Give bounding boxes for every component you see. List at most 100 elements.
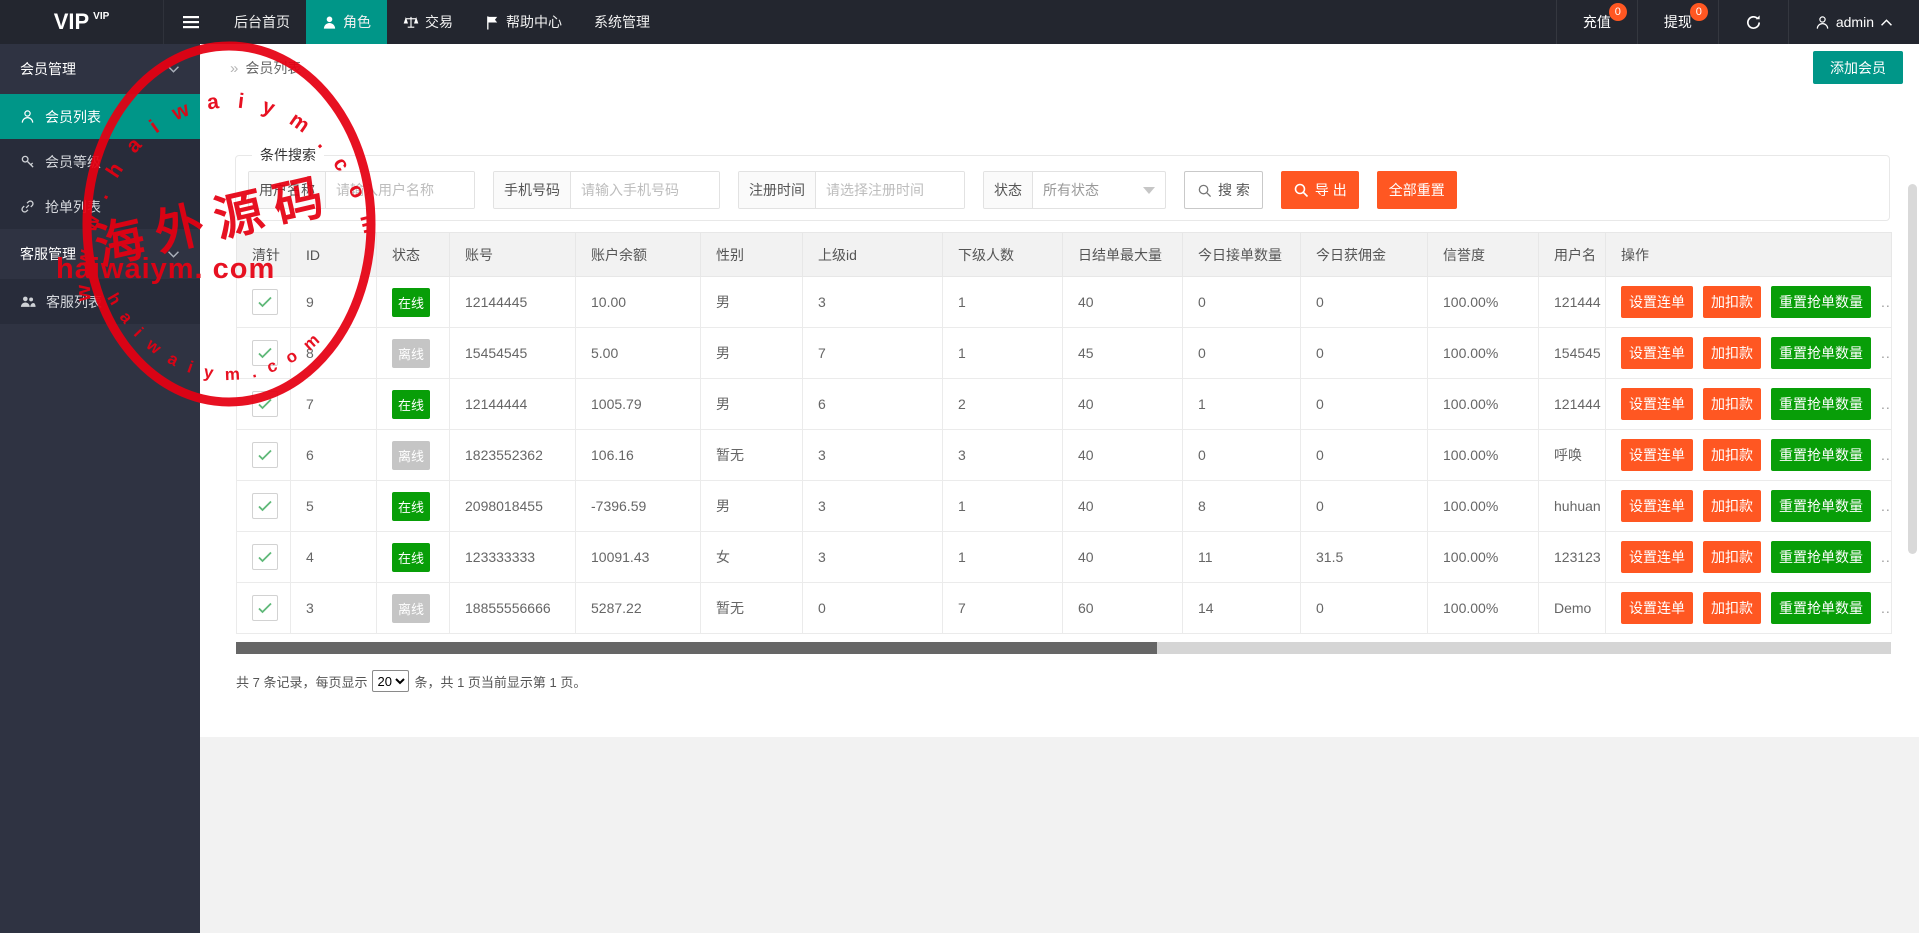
- add-deduct-button[interactable]: 加扣款: [1703, 490, 1761, 522]
- actions-cell: 设置连单加扣款重置抢单数量...: [1606, 379, 1892, 430]
- daily-max-cell: 40: [1063, 532, 1183, 583]
- username-input[interactable]: [326, 172, 474, 208]
- main-area: » 会员列表 添加会员 条件搜索 用户名称 手机号码 注册时间: [200, 44, 1919, 933]
- reset-grab-count-button[interactable]: 重置抢单数量: [1771, 286, 1871, 318]
- sidebar-group-member-management[interactable]: 会员管理: [0, 44, 200, 94]
- add-member-button[interactable]: 添加会员: [1813, 51, 1903, 84]
- reset-grab-count-button[interactable]: 重置抢单数量: [1771, 490, 1871, 522]
- sidebar: 会员管理 会员列表 会员等级 抢单列表 客服管理 客服列表: [0, 44, 200, 933]
- page-size-select[interactable]: 20: [372, 670, 409, 692]
- phone-input[interactable]: [571, 172, 719, 208]
- check-icon: [257, 448, 273, 462]
- search-button[interactable]: 搜 索: [1184, 171, 1263, 209]
- more-actions-button[interactable]: ...: [1881, 600, 1892, 616]
- column-header: 今日获佣金: [1301, 233, 1428, 277]
- actions-cell: 设置连单加扣款重置抢单数量...: [1606, 277, 1892, 328]
- set-series-order-button[interactable]: 设置连单: [1621, 592, 1693, 624]
- add-deduct-button[interactable]: 加扣款: [1703, 337, 1761, 369]
- more-actions-button[interactable]: ...: [1881, 294, 1892, 310]
- set-series-order-button[interactable]: 设置连单: [1621, 490, 1693, 522]
- key-icon: [20, 154, 35, 169]
- row-checkbox[interactable]: [252, 391, 278, 417]
- vertical-scrollbar-thumb[interactable]: [1908, 184, 1917, 554]
- chevron-down-icon: [167, 250, 180, 259]
- status-cell: 在线: [377, 481, 450, 532]
- parent-id-cell: 6: [803, 379, 943, 430]
- column-header: 今日接单数量: [1183, 233, 1301, 277]
- export-button[interactable]: 导 出: [1281, 171, 1359, 209]
- add-deduct-button[interactable]: 加扣款: [1703, 592, 1761, 624]
- refresh-button[interactable]: [1718, 0, 1788, 44]
- row-checkbox[interactable]: [252, 340, 278, 366]
- register-time-input[interactable]: [816, 172, 964, 208]
- set-series-order-button[interactable]: 设置连单: [1621, 439, 1693, 471]
- set-series-order-button[interactable]: 设置连单: [1621, 337, 1693, 369]
- sidebar-group-service-management[interactable]: 客服管理: [0, 229, 200, 279]
- check-icon: [257, 550, 273, 564]
- sidebar-item-member-level[interactable]: 会员等级: [0, 139, 200, 184]
- balance-cell: 10.00: [576, 277, 701, 328]
- nav-item-dashboard[interactable]: 后台首页: [218, 0, 306, 44]
- today-orders-cell: 0: [1183, 277, 1301, 328]
- sidebar-item-grab-order-list[interactable]: 抢单列表: [0, 184, 200, 229]
- status-select[interactable]: 所有状态: [1033, 172, 1165, 208]
- link-icon: [20, 199, 35, 214]
- table-row: 7在线121444441005.79男624010100.00%121444设置…: [237, 379, 1892, 430]
- more-actions-button[interactable]: ...: [1881, 396, 1892, 412]
- credit-cell: 100.00%: [1428, 583, 1539, 634]
- reset-grab-count-button[interactable]: 重置抢单数量: [1771, 541, 1871, 573]
- row-checkbox[interactable]: [252, 289, 278, 315]
- more-actions-button[interactable]: ...: [1881, 345, 1892, 361]
- add-deduct-button[interactable]: 加扣款: [1703, 439, 1761, 471]
- more-actions-button[interactable]: ...: [1881, 498, 1892, 514]
- top-navbar: VIP VIP 后台首页 角色 交易 帮助中心: [0, 0, 1919, 44]
- recharge-button[interactable]: 充值 0: [1556, 0, 1637, 44]
- set-series-order-button[interactable]: 设置连单: [1621, 541, 1693, 573]
- row-checkbox[interactable]: [252, 544, 278, 570]
- row-checkbox[interactable]: [252, 442, 278, 468]
- id-cell: 3: [291, 583, 377, 634]
- table-header-row: 清针ID状态账号账户余额性别上级id下级人数日结单最大量今日接单数量今日获佣金信…: [237, 233, 1892, 277]
- daily-max-cell: 40: [1063, 481, 1183, 532]
- today-commission-cell: 0: [1301, 328, 1428, 379]
- account-cell: 12144445: [450, 277, 576, 328]
- add-deduct-button[interactable]: 加扣款: [1703, 541, 1761, 573]
- reset-grab-count-button[interactable]: 重置抢单数量: [1771, 592, 1871, 624]
- nav-item-roles[interactable]: 角色: [306, 0, 387, 44]
- reset-grab-count-button[interactable]: 重置抢单数量: [1771, 439, 1871, 471]
- status-badge: 在线: [392, 288, 430, 317]
- balance-cell: 5.00: [576, 328, 701, 379]
- horizontal-scrollbar-thumb[interactable]: [236, 642, 1157, 654]
- column-header: 用户名: [1539, 233, 1606, 277]
- menu-toggle-button[interactable]: [164, 0, 218, 44]
- status-cell: 离线: [377, 583, 450, 634]
- nav-item-trade[interactable]: 交易: [387, 0, 469, 44]
- set-series-order-button[interactable]: 设置连单: [1621, 388, 1693, 420]
- user-menu[interactable]: admin: [1788, 0, 1919, 44]
- nav-item-system[interactable]: 系统管理: [578, 0, 666, 44]
- username-cell: 123123: [1539, 532, 1606, 583]
- reset-grab-count-button[interactable]: 重置抢单数量: [1771, 388, 1871, 420]
- status-badge: 离线: [392, 441, 430, 470]
- reset-grab-count-button[interactable]: 重置抢单数量: [1771, 337, 1871, 369]
- more-actions-button[interactable]: ...: [1881, 447, 1892, 463]
- status-cell: 离线: [377, 430, 450, 481]
- more-actions-button[interactable]: ...: [1881, 549, 1892, 565]
- reset-all-button[interactable]: 全部重置: [1377, 171, 1457, 209]
- check-icon: [257, 499, 273, 513]
- row-checkbox[interactable]: [252, 493, 278, 519]
- horizontal-scrollbar[interactable]: [236, 642, 1891, 654]
- table-row: 6离线1823552362106.16暂无334000100.00%呼唤设置连单…: [237, 430, 1892, 481]
- add-deduct-button[interactable]: 加扣款: [1703, 388, 1761, 420]
- sidebar-item-service-list[interactable]: 客服列表: [0, 279, 200, 324]
- sidebar-item-member-list[interactable]: 会员列表: [0, 94, 200, 139]
- row-checkbox[interactable]: [252, 595, 278, 621]
- set-series-order-button[interactable]: 设置连单: [1621, 286, 1693, 318]
- add-deduct-button[interactable]: 加扣款: [1703, 286, 1761, 318]
- check-icon: [257, 601, 273, 615]
- chevron-down-icon: [167, 65, 180, 74]
- gender-cell: 女: [701, 532, 803, 583]
- scales-icon: [403, 15, 419, 30]
- withdraw-button[interactable]: 提现 0: [1637, 0, 1718, 44]
- nav-item-help-center[interactable]: 帮助中心: [469, 0, 578, 44]
